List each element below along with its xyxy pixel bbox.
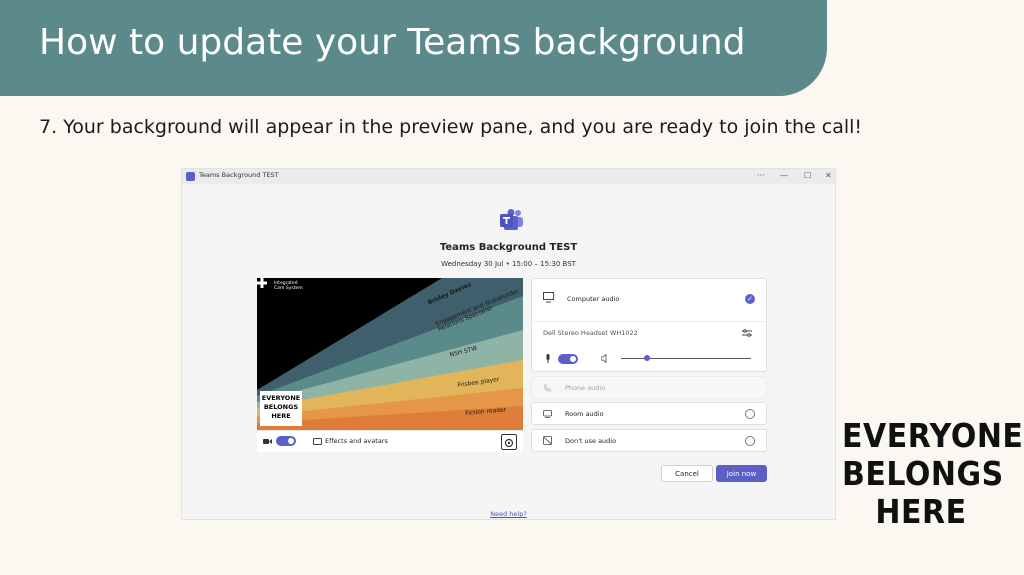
computer-audio-panel: Computer audio ✓ Dell Stereo Headset WH1…	[531, 278, 767, 372]
room-audio-option[interactable]: Room audio	[531, 402, 767, 425]
effects-icon	[313, 438, 322, 445]
microphone-toggle[interactable]	[558, 354, 578, 364]
room-audio-label: Room audio	[565, 410, 604, 418]
maximize-icon[interactable]: ☐	[804, 170, 811, 182]
join-now-button[interactable]: Join now	[716, 465, 767, 482]
ics-logo-icon	[257, 278, 267, 288]
more-options-icon[interactable]: ···	[757, 170, 765, 182]
checkmark-icon[interactable]: ✓	[745, 294, 755, 304]
audio-off-icon	[543, 436, 552, 445]
computer-audio-label[interactable]: Computer audio	[567, 295, 619, 303]
org-name: Integrated Care System	[274, 281, 303, 291]
divider	[532, 321, 766, 322]
video-controls-bar: Effects and avatars	[257, 430, 523, 452]
room-audio-radio[interactable]	[745, 409, 755, 419]
window-title: Teams Background TEST	[199, 171, 279, 179]
window-titlebar: Teams Background TEST ··· — ☐ ✕	[182, 169, 835, 184]
step-instruction: 7. Your background will appear in the pr…	[39, 116, 863, 138]
meeting-title: Teams Background TEST	[439, 242, 578, 253]
sliders-icon[interactable]	[742, 328, 752, 338]
room-device-icon	[543, 410, 552, 418]
slide-title: How to update your Teams background	[39, 22, 746, 63]
need-help-link[interactable]: Need help?	[182, 510, 835, 518]
camera-icon	[263, 439, 272, 444]
teams-small-icon	[186, 172, 195, 181]
no-audio-label: Don't use audio	[565, 437, 617, 445]
phone-icon	[543, 384, 551, 392]
brand-line: HERE	[875, 493, 967, 532]
phone-audio-option[interactable]: Phone audio	[531, 376, 767, 399]
settings-button[interactable]	[501, 434, 517, 450]
preview-badge: EVERYONE BELONGS HERE	[260, 391, 302, 426]
speaker-icon	[601, 354, 607, 363]
microphone-icon	[546, 354, 550, 363]
meeting-time: Wednesday 30 Jul • 15:00 – 15:30 BST	[441, 260, 576, 268]
close-icon[interactable]: ✕	[825, 170, 832, 182]
gear-icon	[504, 438, 514, 448]
badge-line: HERE	[271, 412, 291, 420]
cancel-button[interactable]: Cancel	[661, 465, 713, 482]
brand-line: EVERYONE	[842, 417, 1024, 456]
volume-slider-handle[interactable]	[644, 355, 650, 361]
effects-button[interactable]: Effects and avatars	[325, 437, 388, 445]
camera-toggle[interactable]	[276, 436, 296, 446]
no-audio-option[interactable]: Don't use audio	[531, 429, 767, 452]
brand-line: BELONGS	[842, 455, 1004, 494]
teams-window: Teams Background TEST ··· — ☐ ✕ Teams Ba…	[181, 168, 836, 520]
brand-logo-text: EVERYONE BELONGS HERE	[842, 417, 1024, 532]
monitor-speaker-icon	[543, 292, 555, 303]
no-audio-radio[interactable]	[745, 436, 755, 446]
teams-logo-icon	[500, 209, 523, 230]
minimize-icon[interactable]: —	[780, 170, 788, 182]
badge-line: EVERYONE	[261, 394, 301, 402]
badge-line: BELONGS	[263, 403, 299, 411]
volume-slider[interactable]	[621, 358, 751, 359]
phone-audio-label: Phone audio	[565, 384, 606, 392]
video-preview: Integrated Care System Bridey Davies Eng…	[257, 278, 523, 430]
audio-device-name[interactable]: Dell Stereo Headset WH1022	[543, 329, 638, 337]
